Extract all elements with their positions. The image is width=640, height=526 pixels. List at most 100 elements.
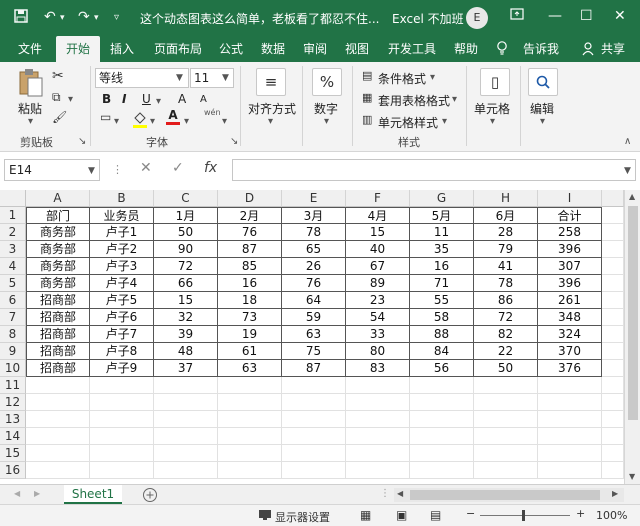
row-header[interactable]: 2 xyxy=(0,224,26,241)
empty-cell[interactable] xyxy=(26,462,90,479)
empty-cell[interactable] xyxy=(474,428,538,445)
table-cell[interactable]: 商务部 xyxy=(26,241,90,258)
vertical-scroll-thumb[interactable] xyxy=(628,206,638,420)
editing-button[interactable]: 编辑 xyxy=(530,100,554,117)
tab-view[interactable]: 视图 xyxy=(338,36,376,62)
name-box[interactable]: E14 xyxy=(4,159,100,181)
empty-cell[interactable] xyxy=(602,207,624,224)
table-cell[interactable]: 15 xyxy=(346,224,410,241)
row-header[interactable]: 6 xyxy=(0,292,26,309)
empty-cell[interactable] xyxy=(538,445,602,462)
empty-cell[interactable] xyxy=(602,445,624,462)
tab-data[interactable]: 数据 xyxy=(254,36,292,62)
table-cell[interactable]: 78 xyxy=(282,224,346,241)
undo-dropdown-icon[interactable]: ▾ xyxy=(60,13,65,23)
empty-cell[interactable] xyxy=(538,377,602,394)
paste-dropdown-icon[interactable]: ▾ xyxy=(28,116,33,127)
table-cell[interactable]: 50 xyxy=(154,224,218,241)
font-name-select[interactable]: 等线 xyxy=(95,68,189,88)
table-format-icon[interactable]: ▦ xyxy=(362,91,372,104)
empty-cell[interactable] xyxy=(218,462,282,479)
table-cell[interactable]: 71 xyxy=(410,275,474,292)
table-cell[interactable]: 75 xyxy=(282,343,346,360)
table-cell[interactable]: 卢子5 xyxy=(90,292,154,309)
empty-cell[interactable] xyxy=(538,394,602,411)
table-cell[interactable]: 396 xyxy=(538,241,602,258)
table-cell[interactable]: 82 xyxy=(474,326,538,343)
font-color-button[interactable]: A xyxy=(166,108,180,125)
table-cell[interactable]: 72 xyxy=(154,258,218,275)
conditional-format-button[interactable]: 条件格式 xyxy=(378,70,426,87)
table-cell[interactable]: 26 xyxy=(282,258,346,275)
scroll-left-icon[interactable]: ◀ xyxy=(397,489,403,498)
table-cell[interactable]: 41 xyxy=(474,258,538,275)
empty-cell[interactable] xyxy=(346,428,410,445)
tab-file[interactable]: 文件 xyxy=(8,36,52,62)
empty-cell[interactable] xyxy=(602,360,624,377)
empty-cell[interactable] xyxy=(282,377,346,394)
empty-cell[interactable] xyxy=(602,224,624,241)
tab-review[interactable]: 审阅 xyxy=(296,36,334,62)
table-cell[interactable]: 67 xyxy=(346,258,410,275)
table-cell[interactable]: 396 xyxy=(538,275,602,292)
alignment-button[interactable]: 对齐方式 xyxy=(248,100,296,117)
empty-cell[interactable] xyxy=(154,377,218,394)
empty-cell[interactable] xyxy=(154,462,218,479)
search-icon[interactable] xyxy=(528,68,558,96)
table-cell[interactable]: 73 xyxy=(218,309,282,326)
scroll-right-icon[interactable]: ▶ xyxy=(612,489,618,498)
empty-cell[interactable] xyxy=(26,377,90,394)
display-settings-button[interactable]: 显示器设置 xyxy=(275,509,330,525)
empty-cell[interactable] xyxy=(218,428,282,445)
row-header[interactable]: 9 xyxy=(0,343,26,360)
column-header[interactable]: E xyxy=(282,190,346,207)
table-cell[interactable]: 卢子1 xyxy=(90,224,154,241)
table-cell[interactable]: 招商部 xyxy=(26,326,90,343)
empty-cell[interactable] xyxy=(90,411,154,428)
empty-cell[interactable] xyxy=(410,377,474,394)
empty-cell[interactable] xyxy=(90,377,154,394)
table-cell[interactable]: 23 xyxy=(346,292,410,309)
empty-cell[interactable] xyxy=(26,445,90,462)
empty-cell[interactable] xyxy=(602,309,624,326)
phonetic-guide-button[interactable]: wén xyxy=(204,108,221,117)
chevron-down-icon[interactable]: ▾ xyxy=(452,94,457,105)
empty-cell[interactable] xyxy=(538,428,602,445)
table-cell[interactable]: 79 xyxy=(474,241,538,258)
table-cell[interactable]: 63 xyxy=(282,326,346,343)
empty-cell[interactable] xyxy=(410,411,474,428)
close-button[interactable]: ✕ xyxy=(614,8,626,24)
border-icon[interactable]: ▭ xyxy=(100,110,111,124)
row-header[interactable]: 3 xyxy=(0,241,26,258)
share-button[interactable]: 共享 xyxy=(596,36,630,62)
empty-cell[interactable] xyxy=(346,394,410,411)
table-cell[interactable]: 87 xyxy=(218,241,282,258)
sheet-tab-sheet1[interactable]: Sheet1 xyxy=(64,485,122,504)
empty-cell[interactable] xyxy=(538,411,602,428)
empty-cell[interactable] xyxy=(602,377,624,394)
table-cell[interactable]: 370 xyxy=(538,343,602,360)
empty-cell[interactable] xyxy=(474,462,538,479)
tell-me-search[interactable]: 告诉我 xyxy=(520,36,562,62)
empty-cell[interactable] xyxy=(346,377,410,394)
table-cell[interactable]: 89 xyxy=(346,275,410,292)
row-header[interactable]: 7 xyxy=(0,309,26,326)
vertical-scrollbar[interactable]: ▲ ▼ xyxy=(624,190,640,484)
empty-cell[interactable] xyxy=(154,411,218,428)
empty-cell[interactable] xyxy=(282,394,346,411)
table-cell[interactable]: 76 xyxy=(282,275,346,292)
number-dropdown-icon[interactable]: ▾ xyxy=(324,116,329,127)
table-cell[interactable]: 37 xyxy=(154,360,218,377)
alignment-dropdown-icon[interactable]: ▾ xyxy=(268,116,273,127)
minimize-button[interactable]: — xyxy=(548,8,562,24)
empty-cell[interactable] xyxy=(410,394,474,411)
column-header[interactable]: G xyxy=(410,190,474,207)
table-cell[interactable]: 卢子4 xyxy=(90,275,154,292)
table-cell[interactable]: 2月 xyxy=(218,207,282,224)
table-cell[interactable]: 324 xyxy=(538,326,602,343)
underline-button[interactable]: U xyxy=(142,92,151,106)
fill-color-dropdown-icon[interactable]: ▾ xyxy=(150,116,155,127)
table-cell[interactable]: 307 xyxy=(538,258,602,275)
copy-dropdown-icon[interactable]: ▾ xyxy=(68,94,73,105)
tab-help[interactable]: 帮助 xyxy=(446,36,486,62)
